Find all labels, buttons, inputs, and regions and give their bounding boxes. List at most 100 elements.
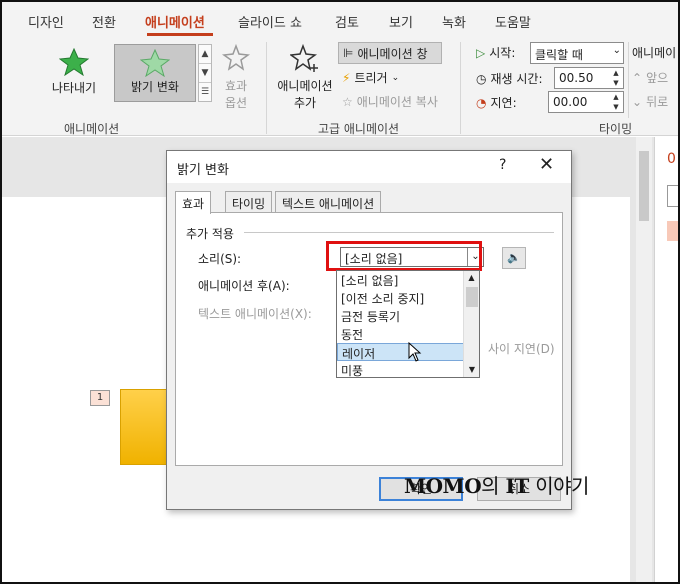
right-pane-input[interactable] [667, 185, 679, 207]
right-pane-item[interactable] [667, 221, 679, 241]
animation-painter-label: 애니메이션 복사 [356, 95, 438, 109]
duration-label-row: ◷ 재생 시간: [476, 70, 543, 87]
tab-animations[interactable]: 애니메이션 [145, 12, 205, 31]
play-icon: ▷ [476, 45, 486, 60]
start-label-row: ▷ 시작: [476, 44, 515, 61]
duration-label: 재생 시간: [490, 72, 543, 86]
tab-text-animation[interactable]: 텍스트 애니메이션 [275, 191, 382, 213]
move-earlier-button[interactable]: ⌃ 앞으 [632, 69, 668, 86]
group-label-advanced: 고급 애니메이션 [318, 122, 400, 136]
after-animation-label: 애니메이션 후(A): [198, 279, 290, 293]
slide-shape[interactable] [120, 389, 172, 465]
dialog-titlebar[interactable]: 밝기 변화 ? ✕ [167, 151, 571, 183]
start-value: 클릭할 때 [535, 48, 583, 62]
right-pane-text: 0 [667, 151, 676, 167]
delay-clock-icon: ◔ [476, 95, 487, 110]
tab-timing[interactable]: 타이밍 [225, 191, 273, 213]
delay-between-label: 사이 지연(D) [488, 342, 555, 356]
gallery-up-icon[interactable]: ▲ [199, 45, 211, 64]
effect-options-line2: 옵션 [224, 96, 248, 110]
ribbon-tab-bar: 디자인 전환 애니메이션 슬라이드 쇼 검토 보기 녹화 도움말 [2, 2, 678, 36]
separator [266, 42, 267, 134]
anim-fade-button[interactable]: 밝기 변화 [114, 44, 196, 102]
sound-label: 소리(S): [198, 252, 242, 266]
watermark-mid: 의 [481, 474, 500, 498]
delay-label-row: ◔ 지연: [476, 94, 517, 111]
separator [460, 42, 461, 134]
lightning-icon: ⚡ [342, 70, 351, 85]
effect-options-button[interactable]: 효과 옵션 [216, 43, 256, 111]
help-button[interactable]: ? [499, 157, 506, 173]
ribbon: 나타내기 밝기 변화 ▲ ▼ ☰ 효과 옵션 애니메이션 애니메이션 추가 ⊫ … [2, 36, 678, 136]
dropdown-scrollbar[interactable]: ▲ ▼ [463, 271, 479, 377]
tab-help[interactable]: 도움말 [495, 12, 531, 31]
highlight-annotation [326, 241, 482, 271]
tab-review[interactable]: 검토 [335, 12, 359, 31]
gear-star-icon [221, 43, 251, 71]
dialog-title: 밝기 변화 [177, 163, 229, 178]
scroll-down-icon[interactable]: ▼ [464, 363, 480, 377]
star-copy-icon: ☆ [342, 94, 353, 109]
scroll-up-icon[interactable]: ▲ [464, 271, 479, 285]
star-fade-icon [140, 49, 170, 77]
duration-value: 00.50 [559, 71, 594, 85]
chevron-down-icon: ⌄ [632, 94, 643, 109]
move-later-button[interactable]: ⌄ 뒤로 [632, 93, 668, 110]
animation-pane-icon: ⊫ [343, 46, 354, 60]
list-item[interactable]: 동전 [337, 325, 479, 343]
animation-order-tag[interactable]: 1 [90, 390, 110, 406]
reorder-label: 애니메이 [632, 46, 677, 60]
gallery-down-icon[interactable]: ▼ [199, 64, 211, 83]
list-item[interactable]: [소리 없음] [337, 271, 479, 289]
duration-input[interactable]: 00.50 ▲ ▼ [554, 67, 624, 89]
list-item[interactable]: 미풍 [337, 361, 479, 379]
tab-slideshow[interactable]: 슬라이드 쇼 [238, 12, 302, 31]
star-icon [59, 48, 89, 76]
star-plus-icon [288, 43, 318, 72]
gallery-scroll[interactable]: ▲ ▼ ☰ [198, 44, 212, 102]
separator [628, 42, 629, 118]
tab-transitions[interactable]: 전환 [92, 12, 116, 31]
section-enhancements: 추가 적용 [186, 227, 234, 241]
scroll-thumb[interactable] [639, 151, 649, 221]
dropdown-scroll-thumb[interactable] [466, 287, 478, 307]
right-pane: 0 [654, 137, 679, 582]
tab-view[interactable]: 보기 [389, 12, 413, 31]
delay-value: 00.00 [553, 95, 588, 109]
tab-effect[interactable]: 효과 [175, 191, 212, 214]
animation-pane-button[interactable]: ⊫ 애니메이션 창 [338, 42, 442, 64]
animation-painter-button[interactable]: ☆ 애니메이션 복사 [342, 93, 438, 110]
watermark: MOMO의 IT 이야기 [404, 470, 589, 499]
start-label: 시작: [489, 46, 516, 60]
speaker-icon[interactable]: 🔈 [502, 247, 526, 269]
tab-recording[interactable]: 녹화 [442, 12, 466, 31]
list-item[interactable]: 금전 등록기 [337, 307, 479, 325]
chevron-down-icon: ⌄ [391, 72, 400, 83]
effect-options-line1: 효과 [224, 79, 248, 93]
watermark-brand: MOMO [404, 474, 482, 498]
trigger-button[interactable]: ⚡ 트리거 ⌄ [342, 69, 399, 86]
gallery-more-icon[interactable]: ☰ [199, 83, 211, 102]
list-item[interactable]: [이전 소리 중지] [337, 289, 479, 307]
delay-input[interactable]: 00.00 ▲ ▼ [548, 91, 624, 113]
close-icon[interactable]: ✕ [539, 154, 554, 175]
delay-label: 지연: [490, 96, 517, 110]
start-select[interactable]: 클릭할 때 ⌄ [530, 42, 624, 64]
add-animation-line2: 추가 [293, 96, 317, 110]
animate-text-label: 텍스트 애니메이션(X): [198, 307, 312, 321]
chevron-up-icon: ⌃ [632, 70, 643, 85]
clock-icon: ◷ [476, 71, 487, 86]
anim-fade-label: 밝기 변화 [131, 80, 179, 94]
move-earlier-label: 앞으 [646, 71, 669, 85]
add-animation-button[interactable]: 애니메이션 추가 [274, 43, 336, 111]
vertical-scrollbar[interactable] [636, 137, 652, 582]
anim-appear-button[interactable]: 나타내기 [38, 44, 110, 102]
group-label-timing: 타이밍 [599, 122, 633, 136]
trigger-label: 트리거 [354, 71, 388, 85]
tab-design[interactable]: 디자인 [28, 12, 64, 31]
chevron-down-icon: ⌄ [612, 45, 621, 56]
animation-pane-label: 애니메이션 창 [357, 46, 428, 61]
duration-spinner[interactable]: ▲ ▼ [609, 68, 623, 88]
delay-spinner[interactable]: ▲ ▼ [609, 92, 623, 112]
watermark-it: IT [505, 474, 530, 498]
